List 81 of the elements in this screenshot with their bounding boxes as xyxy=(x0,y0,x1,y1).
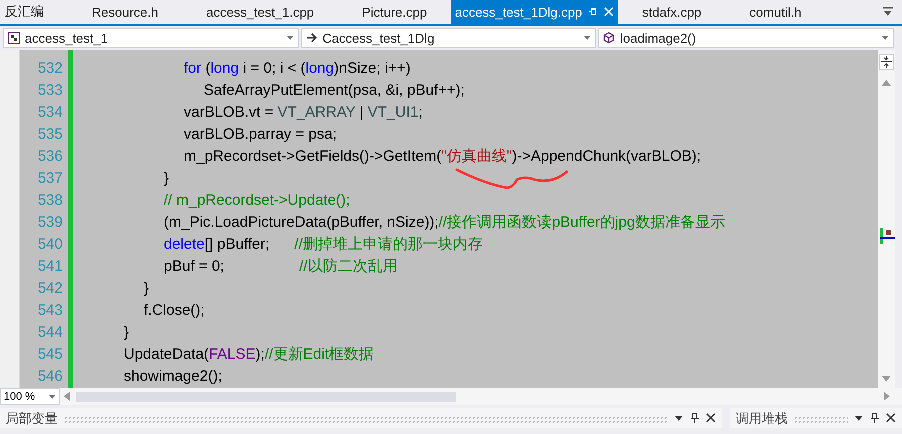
code-text: (m_Pic.LoadPictureData(pBuffer, nSize)); xyxy=(164,214,439,231)
code-comment: //接作调用函数读pBuffer的jpg数据准备显示 xyxy=(438,214,726,231)
code-text: SafeArrayPutElement(psa, &i, pBuf++); xyxy=(204,82,465,99)
code-text: ; xyxy=(418,104,423,121)
code-macro: VT_ARRAY xyxy=(278,104,356,121)
code-text: showimage2(); xyxy=(124,368,222,385)
scroll-down-icon[interactable] xyxy=(882,376,891,382)
line-number: 544 xyxy=(36,323,64,343)
line-number: 534 xyxy=(36,103,64,123)
code-text: [] pBuffer; xyxy=(204,236,270,253)
code-text: ( xyxy=(206,60,211,77)
code-text: )nSize; i++) xyxy=(334,60,411,77)
code-keyword: long xyxy=(306,60,334,77)
code-comment: //更新Edit框数据 xyxy=(264,346,374,363)
dropdown-icon[interactable] xyxy=(882,7,894,17)
caret-icon[interactable] xyxy=(286,36,294,40)
code-text: } xyxy=(144,280,150,297)
code-text: | xyxy=(360,104,365,121)
code-text: i = 0; i < ( xyxy=(243,60,306,77)
panel-title: 局部变量 xyxy=(6,410,58,428)
code-text: } xyxy=(164,170,170,187)
close-icon[interactable] xyxy=(706,413,716,423)
project-icon xyxy=(8,32,20,44)
navigation-dropdown[interactable]: Caccess_test_1Dlg xyxy=(300,28,596,48)
scroll-left-icon[interactable] xyxy=(64,392,70,401)
file-tab[interactable]: 反汇编 xyxy=(0,0,68,24)
dropdown-icon[interactable] xyxy=(674,413,684,423)
file-tab[interactable]: Resource.h xyxy=(68,0,182,24)
navigation-dropdown[interactable]: access_test_1 xyxy=(3,28,299,48)
line-number: 536 xyxy=(36,147,64,167)
code-text: varBLOB.parray = psa; xyxy=(184,126,337,143)
line-number: 546 xyxy=(36,367,64,387)
line-number: 540 xyxy=(36,235,64,255)
code-keyword: for xyxy=(184,60,202,77)
code-comment: //删掉堆上申请的那一块内存 xyxy=(294,236,483,253)
code-macro: VT_UI1 xyxy=(368,104,419,121)
pin-icon[interactable] xyxy=(870,413,880,423)
cube-icon xyxy=(603,32,616,44)
dropdown-icon[interactable] xyxy=(854,413,864,423)
scroll-up-icon[interactable] xyxy=(882,80,891,86)
file-tab[interactable]: Picture.cpp xyxy=(338,0,452,24)
code-text: f.Close(); xyxy=(144,302,205,319)
line-number: 535 xyxy=(36,125,64,145)
code-constant: FALSE xyxy=(209,346,256,363)
close-icon[interactable] xyxy=(886,413,896,423)
line-number: 532 xyxy=(36,59,64,79)
scroll-marker xyxy=(878,228,895,244)
scroll-right-icon[interactable] xyxy=(884,392,890,401)
code-text: pBuf = 0; xyxy=(164,258,224,275)
line-number: 542 xyxy=(36,279,64,299)
code-keyword: delete xyxy=(164,236,205,253)
code-comment: // m_pRecordset->Update(); xyxy=(164,192,350,209)
navigation-dropdown[interactable]: loadimage2() xyxy=(598,28,894,48)
code-keyword: long xyxy=(210,60,240,77)
line-number: 543 xyxy=(36,301,64,321)
line-number: 533 xyxy=(36,81,64,101)
line-number: 545 xyxy=(36,345,64,365)
line-number: 541 xyxy=(36,257,64,277)
caret-icon[interactable] xyxy=(49,394,56,398)
code-string: "仿真曲线" xyxy=(442,148,512,165)
caret-icon[interactable] xyxy=(882,36,890,40)
zoom-dropdown[interactable]: 100 % xyxy=(0,388,60,405)
caret-icon[interactable] xyxy=(584,36,592,40)
file-tab[interactable]: access_test_1.cpp xyxy=(182,0,338,24)
line-number: 537 xyxy=(36,169,64,189)
code-text: m_pRecordset->GetFields()->GetItem( xyxy=(184,148,442,165)
file-tab[interactable]: stdafx.cpp xyxy=(618,0,726,24)
line-number: 539 xyxy=(36,213,64,233)
scrollbar-thumb[interactable] xyxy=(76,392,456,402)
code-text: UpdateData( xyxy=(124,346,210,363)
arrow-icon xyxy=(306,32,318,44)
file-tab[interactable]: comutil.h xyxy=(726,0,826,24)
code-text: ); xyxy=(256,346,265,363)
code-text: varBLOB.vt = xyxy=(184,104,275,121)
panel-title: 调用堆栈 xyxy=(736,410,788,428)
code-text: } xyxy=(124,324,130,341)
line-number: 538 xyxy=(36,191,64,211)
pin-icon[interactable] xyxy=(690,413,700,423)
split-icon[interactable] xyxy=(879,54,894,70)
code-comment: //以防二次乱用 xyxy=(299,258,398,275)
code-text: )->AppendChunk(varBLOB); xyxy=(512,148,702,165)
